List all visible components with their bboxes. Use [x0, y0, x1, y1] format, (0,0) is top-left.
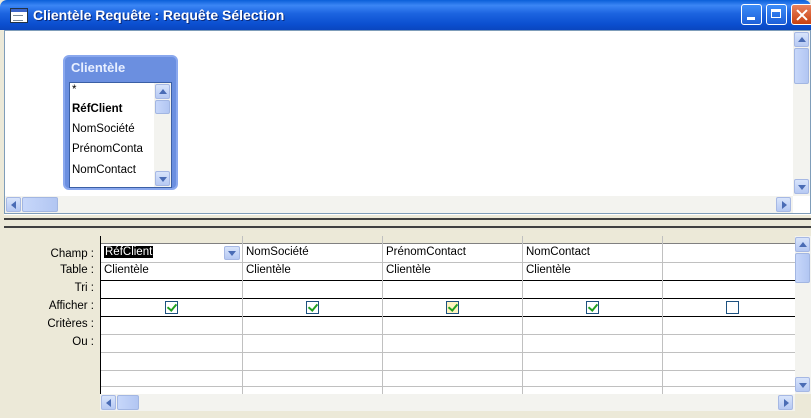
table-cell[interactable]: Clientèle — [246, 264, 291, 276]
scroll-thumb[interactable] — [22, 197, 58, 212]
field-cell[interactable]: NomSociété — [246, 246, 309, 258]
design-grid[interactable]: RéfClient Clientèle NomSociété Clientèle… — [100, 236, 796, 394]
field-list-window[interactable]: Clientèle * RéfClient NomSociété PrénomC… — [63, 55, 178, 190]
close-button[interactable] — [791, 4, 811, 25]
table-cell[interactable]: Clientèle — [104, 264, 149, 276]
field-list-item[interactable]: * — [72, 84, 76, 96]
scroll-down-icon[interactable] — [794, 179, 809, 194]
title-bar[interactable]: Clientèle Requête : Requête Sélection — [0, 0, 811, 30]
grid-column[interactable] — [663, 236, 796, 394]
table-cell[interactable]: Clientèle — [386, 264, 431, 276]
scroll-thumb[interactable] — [794, 48, 809, 84]
field-cell[interactable]: PrénomContact — [386, 246, 466, 258]
show-checkbox[interactable] — [586, 301, 599, 314]
field-cell[interactable]: NomContact — [526, 246, 590, 258]
show-checkbox[interactable] — [446, 301, 459, 314]
show-checkbox[interactable] — [726, 301, 739, 314]
grid-column[interactable]: PrénomContact Clientèle — [383, 236, 523, 394]
column-selector[interactable] — [663, 236, 796, 244]
grid-column[interactable]: NomSociété Clientèle — [243, 236, 383, 394]
field-list-item[interactable]: NomContact — [72, 164, 136, 176]
field-list[interactable]: * RéfClient NomSociété PrénomConta NomCo… — [69, 82, 172, 188]
pane-splitter[interactable] — [4, 214, 811, 228]
scroll-thumb[interactable] — [117, 395, 139, 410]
scroll-down-icon[interactable] — [155, 171, 170, 186]
scroll-up-icon[interactable] — [155, 84, 170, 99]
window-title: Clientèle Requête : Requête Sélection — [33, 7, 285, 23]
field-list-item[interactable]: PrénomConta — [72, 143, 143, 155]
table-pane-vertical-scrollbar[interactable] — [793, 31, 810, 196]
scroll-down-icon[interactable] — [795, 377, 810, 392]
scroll-right-icon[interactable] — [778, 395, 793, 410]
scroll-left-icon[interactable] — [101, 395, 116, 410]
scroll-left-icon[interactable] — [6, 197, 21, 212]
scroll-thumb[interactable] — [795, 253, 810, 283]
row-label-afficher: Afficher : — [48, 300, 94, 312]
column-selector[interactable] — [101, 236, 242, 244]
field-list-item[interactable]: NomSociété — [72, 123, 135, 135]
table-pane-horizontal-scrollbar[interactable] — [5, 196, 793, 213]
design-grid-pane: Champ : Table : Tri : Afficher : Critère… — [4, 228, 811, 418]
row-label-tri: Tri : — [74, 282, 94, 294]
show-checkbox[interactable] — [306, 301, 319, 314]
table-pane[interactable]: Clientèle * RéfClient NomSociété PrénomC… — [4, 30, 811, 214]
grid-vertical-scrollbar[interactable] — [795, 236, 811, 394]
column-selector[interactable] — [523, 236, 662, 244]
query-design-window: Clientèle Requête : Requête Sélection Cl… — [0, 0, 811, 418]
row-label-criteres: Critères : — [47, 318, 94, 330]
chevron-down-icon[interactable] — [224, 246, 240, 260]
field-cell[interactable]: RéfClient — [104, 246, 154, 258]
row-labels: Champ : Table : Tri : Afficher : Critère… — [4, 228, 98, 418]
field-list-item-key[interactable]: RéfClient — [72, 103, 122, 115]
grid-column[interactable]: NomContact Clientèle — [523, 236, 663, 394]
query-icon — [10, 8, 28, 23]
row-label-table: Table : — [60, 264, 94, 276]
scroll-thumb[interactable] — [155, 100, 170, 114]
scroll-right-icon[interactable] — [776, 197, 791, 212]
grid-horizontal-scrollbar[interactable] — [100, 394, 795, 411]
field-list-title[interactable]: Clientèle — [71, 60, 125, 75]
field-list-scrollbar[interactable] — [154, 83, 171, 187]
grid-column[interactable]: RéfClient Clientèle — [101, 236, 243, 394]
minimize-button[interactable] — [741, 4, 762, 25]
scroll-up-icon[interactable] — [795, 237, 810, 252]
table-cell[interactable]: Clientèle — [526, 264, 571, 276]
column-selector[interactable] — [243, 236, 382, 244]
maximize-button[interactable] — [766, 4, 787, 25]
row-label-champ: Champ : — [50, 248, 94, 260]
show-checkbox[interactable] — [165, 301, 178, 314]
column-selector[interactable] — [383, 236, 522, 244]
row-label-ou: Ou : — [72, 336, 94, 348]
scroll-up-icon[interactable] — [794, 32, 809, 47]
